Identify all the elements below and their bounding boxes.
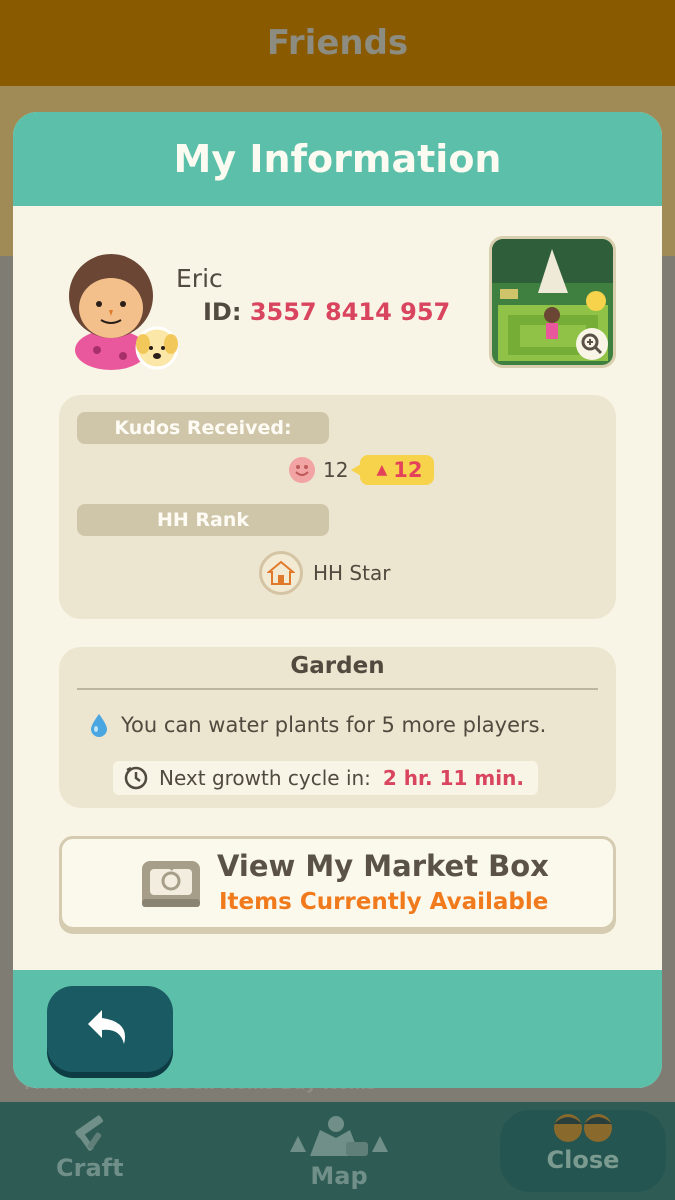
- rank-header: HH Rank: [77, 504, 329, 536]
- growth-label: Next growth cycle in:: [159, 766, 371, 790]
- market-box-icon: [142, 861, 200, 907]
- dialog-footer: [13, 970, 662, 1088]
- player-id: ID: 3557 8414 957: [203, 298, 450, 326]
- water-drop-icon: [91, 714, 107, 737]
- garden-panel: Garden You can water plants for 5 more p…: [59, 647, 616, 808]
- growth-time: 2 hr. 11 min.: [382, 766, 524, 790]
- dialog-header: My Information: [13, 112, 662, 206]
- garden-title: Garden: [290, 653, 385, 679]
- villagers-icon: [554, 1114, 612, 1142]
- rank-row: HH Star: [259, 551, 390, 595]
- kudos-increase-value: 12: [393, 458, 423, 482]
- my-information-dialog: My Information Eric ID: 3557 8414 957 Ku…: [13, 112, 662, 1088]
- kudos-panel: Kudos Received: 12 ▲ 12 HH Rank HH Star: [59, 395, 616, 619]
- back-arrow-icon: [88, 1010, 126, 1044]
- timer-icon: [124, 766, 148, 790]
- campsite-thumbnail[interactable]: [489, 236, 616, 368]
- friends-title: Friends: [266, 23, 409, 63]
- player-id-label: ID:: [203, 298, 242, 326]
- map-label: Map: [310, 1162, 368, 1190]
- rank-value: HH Star: [313, 561, 391, 585]
- view-market-box-button[interactable]: View My Market Box Items Currently Avail…: [59, 836, 616, 930]
- growth-cycle-info: Next growth cycle in: 2 hr. 11 min.: [113, 761, 538, 795]
- player-avatar: [69, 254, 179, 370]
- water-info: You can water plants for 5 more players.: [89, 713, 546, 737]
- water-text: You can water plants for 5 more players.: [121, 713, 547, 737]
- zoom-icon[interactable]: [575, 327, 609, 361]
- kudos-increase-badge: ▲ 12: [351, 455, 435, 485]
- kudos-row: 12 ▲ 12: [289, 455, 435, 485]
- dialog-title: My Information: [173, 137, 502, 181]
- back-button[interactable]: [47, 986, 173, 1072]
- close-label: Close: [546, 1146, 620, 1174]
- house-rank-icon: [259, 551, 303, 595]
- player-id-value: 3557 8414 957: [249, 298, 451, 326]
- kudos-header: Kudos Received:: [77, 412, 329, 444]
- craft-label: Craft: [56, 1154, 124, 1182]
- kudos-count: 12: [323, 458, 349, 482]
- craft-button[interactable]: Craft: [56, 1112, 124, 1182]
- up-arrow-icon: ▲: [376, 462, 388, 478]
- market-box-title: View My Market Box: [217, 849, 549, 883]
- map-button[interactable]: Map: [280, 1112, 398, 1190]
- market-box-subtitle: Items Currently Available: [219, 889, 549, 915]
- hammer-icon: [75, 1115, 103, 1151]
- map-icon: [290, 1116, 388, 1156]
- smile-icon: [289, 457, 315, 483]
- friends-header: Friends: [0, 0, 675, 86]
- garden-divider: [77, 688, 598, 690]
- player-name: Eric: [176, 264, 223, 293]
- close-button[interactable]: Close: [500, 1110, 666, 1192]
